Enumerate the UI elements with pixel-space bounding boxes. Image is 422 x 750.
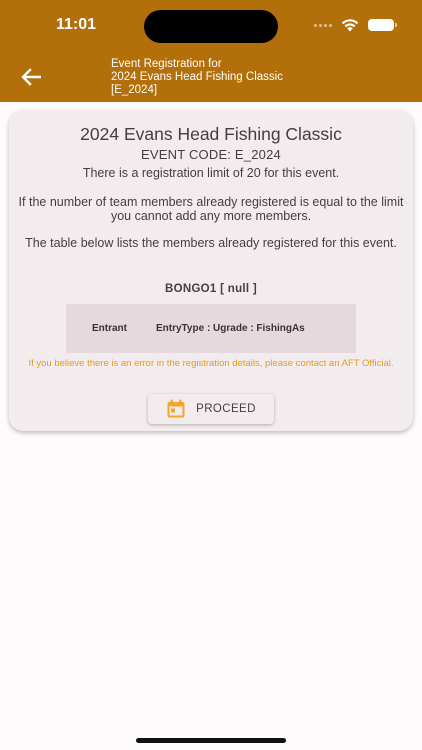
team-name: BONGO1 [ null ] <box>164 283 258 295</box>
event-title: 2024 Evans Head Fishing Classic <box>80 124 342 144</box>
app-bar: 11:01 Event Registration for 2024 Evans … <box>0 0 422 102</box>
event-code: EVENT CODE: E_2024 <box>141 147 281 162</box>
signal-icon <box>314 23 332 27</box>
calendar-icon <box>167 399 185 418</box>
home-indicator[interactable] <box>136 738 286 743</box>
registration-limit-text: There is a registration limit of 20 for … <box>82 166 340 180</box>
header-title-line: [E_2024] <box>111 84 158 96</box>
status-icons <box>314 16 397 34</box>
column-header-entry-type: EntryType : Ugrade : FishingAs <box>156 323 305 334</box>
proceed-label: PROCEED <box>196 403 256 415</box>
limit-warning-text: If the number of team members already re… <box>18 195 404 223</box>
members-table: Entrant EntryType : Ugrade : FishingAs <box>66 304 356 353</box>
status-time: 11:01 <box>56 16 97 33</box>
error-contact-note: If you believe there is an error in the … <box>28 358 394 369</box>
header-title: Event Registration for 2024 Evans Head F… <box>111 58 331 97</box>
header-title-line: Event Registration for <box>111 58 222 70</box>
wifi-icon <box>341 19 359 32</box>
dynamic-island <box>144 10 278 43</box>
back-arrow-icon <box>21 68 41 86</box>
proceed-button[interactable]: PROCEED <box>148 394 274 424</box>
back-button[interactable] <box>18 64 44 90</box>
battery-icon <box>368 19 397 31</box>
column-header-entrant: Entrant <box>92 323 127 334</box>
registration-card: 2024 Evans Head Fishing Classic EVENT CO… <box>9 110 413 431</box>
table-intro-text: The table below lists the members alread… <box>25 236 397 250</box>
header-title-line: 2024 Evans Head Fishing Classic <box>111 71 283 83</box>
